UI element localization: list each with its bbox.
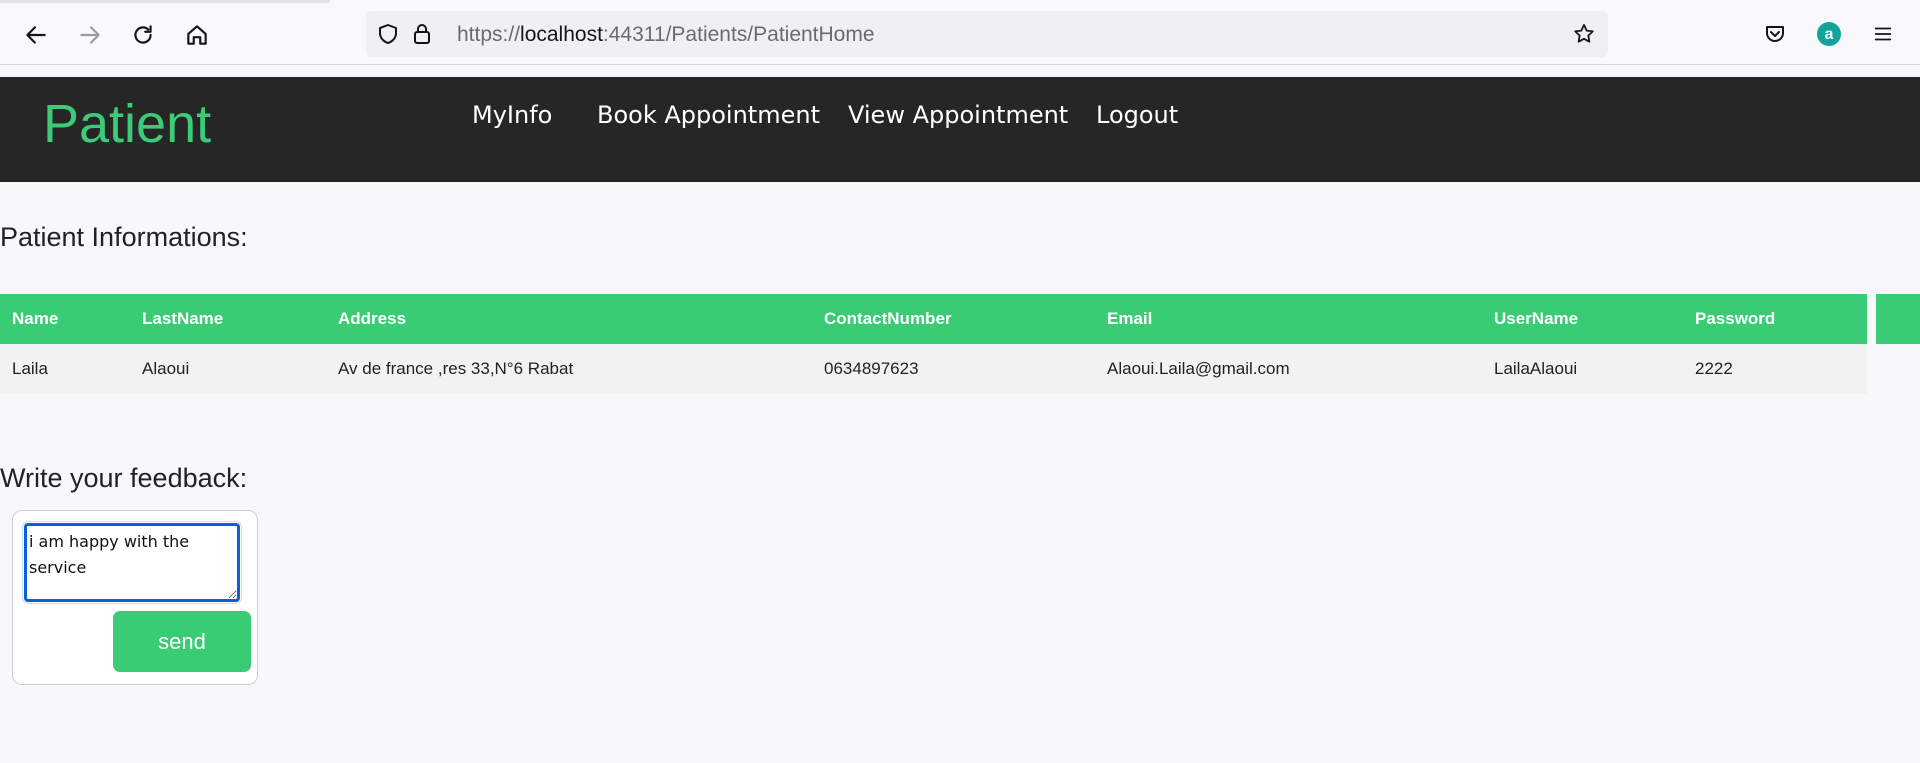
home-icon[interactable] bbox=[179, 17, 215, 53]
url-path: :44311/Patients/PatientHome bbox=[602, 23, 875, 46]
send-button[interactable]: send bbox=[113, 611, 251, 672]
cell-lastname: Alaoui bbox=[130, 344, 326, 394]
table-header-row: Name LastName Address ContactNumber Emai… bbox=[0, 294, 1867, 344]
url-text[interactable]: https://localhost:44311/Patients/Patient… bbox=[457, 23, 875, 47]
col-contactnumber: ContactNumber bbox=[812, 294, 1095, 344]
reload-icon[interactable] bbox=[125, 17, 161, 53]
star-icon[interactable] bbox=[1572, 22, 1596, 46]
nav-logout[interactable]: Logout bbox=[1096, 101, 1178, 129]
cell-password: 2222 bbox=[1683, 344, 1867, 394]
feedback-textarea[interactable]: i am happy with the service bbox=[22, 521, 242, 604]
lock-icon[interactable] bbox=[410, 22, 434, 46]
cell-address: Av de france ,res 33,N°6 Rabat bbox=[326, 344, 812, 394]
pocket-icon[interactable] bbox=[1761, 20, 1789, 48]
nav-myinfo[interactable]: MyInfo bbox=[472, 101, 552, 129]
brand-title: Patient bbox=[43, 94, 212, 154]
col-lastname: LastName bbox=[130, 294, 326, 344]
feedback-title: Write your feedback: bbox=[0, 463, 248, 493]
url-scheme: https:// bbox=[457, 23, 521, 46]
col-username: UserName bbox=[1482, 294, 1683, 344]
nav-view-appointment[interactable]: View Appointment bbox=[848, 101, 1068, 129]
tab-strip bbox=[0, 0, 330, 3]
col-email: Email bbox=[1095, 294, 1482, 344]
col-password: Password bbox=[1683, 294, 1867, 344]
patient-info-title: Patient Informations: bbox=[0, 222, 248, 252]
url-bar[interactable]: https://localhost:44311/Patients/Patient… bbox=[366, 11, 1608, 57]
account-icon[interactable]: a bbox=[1815, 20, 1843, 48]
forward-icon[interactable] bbox=[72, 17, 108, 53]
feedback-form: i am happy with the service send bbox=[12, 510, 258, 685]
table-header-extension bbox=[1876, 294, 1920, 344]
cell-contactnumber: 0634897623 bbox=[812, 344, 1095, 394]
cell-name: Laila bbox=[0, 344, 130, 394]
col-name: Name bbox=[0, 294, 130, 344]
table-row: Laila Alaoui Av de france ,res 33,N°6 Ra… bbox=[0, 344, 1867, 394]
nav-book-appointment[interactable]: Book Appointment bbox=[597, 101, 820, 129]
patient-info-table: Name LastName Address ContactNumber Emai… bbox=[0, 294, 1867, 394]
svg-text:a: a bbox=[1825, 26, 1834, 43]
cell-email: Alaoui.Laila@gmail.com bbox=[1095, 344, 1482, 394]
menu-icon[interactable] bbox=[1869, 20, 1897, 48]
back-icon[interactable] bbox=[18, 17, 54, 53]
cell-username: LailaAlaoui bbox=[1482, 344, 1683, 394]
browser-toolbar: https://localhost:44311/Patients/Patient… bbox=[0, 0, 1920, 65]
url-host: localhost bbox=[520, 23, 603, 46]
shield-icon[interactable] bbox=[376, 22, 400, 46]
col-address: Address bbox=[326, 294, 812, 344]
app-header: Patient MyInfo Book Appointment View App… bbox=[0, 77, 1920, 182]
